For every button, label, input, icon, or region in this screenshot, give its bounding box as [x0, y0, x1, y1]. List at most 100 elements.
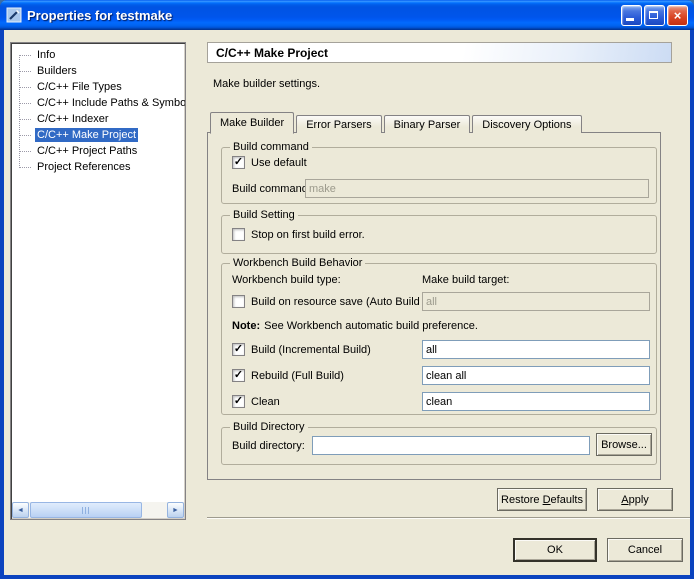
arrow-right-icon: ► — [172, 507, 179, 514]
build-command-label: Build command: — [232, 183, 311, 195]
auto-build-row: Build on resource save (Auto Build) — [232, 295, 420, 308]
cancel-label: Cancel — [628, 544, 662, 556]
scrollbar-thumb[interactable] — [30, 502, 142, 518]
browse-button[interactable]: Browse... — [596, 433, 652, 456]
sidebar-item-label: C/C++ Include Paths & Symbo — [35, 96, 185, 110]
tree-horizontal-scrollbar[interactable]: ◄ ► — [12, 502, 184, 518]
sidebar-item-file-types[interactable]: C/C++ File Types — [11, 79, 185, 95]
tab-label: Binary Parser — [394, 119, 461, 131]
titlebar[interactable]: Properties for testmake × — [0, 0, 694, 30]
clean-label: Clean — [251, 396, 280, 408]
build-setting-group: Build Setting Stop on first build error. — [221, 215, 657, 254]
auto-build-label: Build on resource save (Auto Build) — [251, 296, 420, 308]
properties-category-tree: Info Builders C/C++ File Types C/C++ Inc… — [10, 42, 186, 520]
tab-binary-parser[interactable]: Binary Parser — [384, 115, 471, 133]
build-directory-input[interactable] — [312, 436, 590, 455]
tree-connector — [19, 55, 31, 56]
sidebar-item-project-paths[interactable]: C/C++ Project Paths — [11, 143, 185, 159]
tree-connector — [19, 167, 31, 168]
maximize-button[interactable] — [644, 5, 665, 26]
checkmark-icon: ✓ — [234, 344, 243, 355]
sidebar-item-include-paths[interactable]: C/C++ Include Paths & Symbo — [11, 95, 185, 111]
footer-separator — [207, 517, 690, 519]
tree-connector — [19, 151, 31, 152]
scroll-left-button[interactable]: ◄ — [12, 502, 29, 518]
stop-on-error-label: Stop on first build error. — [251, 229, 365, 241]
auto-build-checkbox[interactable] — [232, 295, 245, 308]
properties-window-icon — [6, 7, 22, 23]
apply-label: Apply — [621, 494, 649, 506]
tree-connector — [19, 119, 31, 120]
use-default-checkbox[interactable]: ✓ — [232, 156, 245, 169]
dialog-body: Info Builders C/C++ File Types C/C++ Inc… — [4, 30, 690, 575]
window-title: Properties for testmake — [27, 8, 616, 23]
group-title: Build Directory — [230, 421, 308, 433]
build-incremental-row: ✓ Build (Incremental Build) — [232, 343, 371, 356]
minimize-icon — [626, 18, 634, 21]
build-directory-group: Build Directory Build directory: Browse.… — [221, 427, 657, 465]
tab-label: Error Parsers — [306, 119, 371, 131]
stop-on-error-row: Stop on first build error. — [232, 228, 365, 241]
rebuild-full-checkbox[interactable]: ✓ — [232, 369, 245, 382]
mnemonic-letter: A — [621, 494, 628, 506]
clean-row: ✓ Clean — [232, 395, 280, 408]
browse-button-label: Browse... — [601, 439, 647, 451]
sidebar-item-project-references[interactable]: Project References — [11, 159, 185, 175]
sidebar-item-info[interactable]: Info — [11, 47, 185, 63]
thumb-grip-icon — [82, 507, 91, 514]
tree-connector — [19, 135, 31, 136]
auto-build-target-input[interactable] — [422, 292, 650, 311]
clean-checkbox[interactable]: ✓ — [232, 395, 245, 408]
checkmark-icon: ✓ — [234, 396, 243, 407]
page-title-bar: C/C++ Make Project — [207, 42, 672, 63]
sidebar-item-indexer[interactable]: C/C++ Indexer — [11, 111, 185, 127]
sidebar-item-make-project[interactable]: C/C++ Make Project — [11, 127, 185, 143]
maximize-icon — [649, 11, 658, 19]
clean-target-input[interactable] — [422, 392, 650, 411]
ok-button[interactable]: OK — [513, 538, 597, 562]
sidebar-item-label: Builders — [35, 64, 79, 78]
tab-make-builder[interactable]: Make Builder — [210, 112, 294, 134]
sidebar-item-label: C/C++ Project Paths — [35, 144, 139, 158]
minimize-button[interactable] — [621, 5, 642, 26]
make-builder-panel: Build command ✓ Use default Build comman… — [207, 132, 661, 480]
rebuild-full-label: Rebuild (Full Build) — [251, 370, 344, 382]
tree-connector — [19, 103, 31, 104]
build-target-input[interactable] — [422, 340, 650, 359]
tree-connector — [19, 87, 31, 88]
group-title: Build command — [230, 141, 312, 153]
checkmark-icon: ✓ — [234, 370, 243, 381]
scroll-right-button[interactable]: ► — [167, 502, 184, 518]
mnemonic-letter: D — [543, 494, 551, 506]
rebuild-target-input[interactable] — [422, 366, 650, 385]
tab-error-parsers[interactable]: Error Parsers — [296, 115, 381, 133]
checkmark-icon: ✓ — [234, 157, 243, 168]
build-command-input[interactable] — [305, 179, 649, 198]
label-part: pply — [629, 494, 649, 506]
tab-bar: Make Builder Error Parsers Binary Parser… — [210, 111, 584, 133]
cancel-button[interactable]: Cancel — [607, 538, 683, 562]
tab-discovery-options[interactable]: Discovery Options — [472, 115, 581, 133]
properties-dialog: Properties for testmake × Info Builders … — [0, 0, 694, 579]
build-directory-label: Build directory: — [232, 440, 305, 452]
apply-button[interactable]: Apply — [597, 488, 673, 511]
note-text: See Workbench automatic build preference… — [264, 320, 478, 332]
group-title: Workbench Build Behavior — [230, 257, 365, 269]
tab-label: Discovery Options — [482, 119, 571, 131]
make-build-target-header: Make build target: — [422, 274, 509, 286]
sidebar-item-label: Info — [35, 48, 57, 62]
note-row: Note: See Workbench automatic build pref… — [232, 320, 478, 332]
sidebar-item-builders[interactable]: Builders — [11, 63, 185, 79]
tree-connector — [19, 71, 31, 72]
workbench-build-type-header: Workbench build type: — [232, 274, 341, 286]
sidebar-item-label: C/C++ Indexer — [35, 112, 111, 126]
page-title: C/C++ Make Project — [216, 46, 328, 60]
build-incremental-label: Build (Incremental Build) — [251, 344, 371, 356]
restore-defaults-button[interactable]: Restore Defaults — [497, 488, 587, 511]
ok-label: OK — [547, 544, 563, 556]
build-incremental-checkbox[interactable]: ✓ — [232, 343, 245, 356]
rebuild-full-row: ✓ Rebuild (Full Build) — [232, 369, 344, 382]
close-button[interactable]: × — [667, 5, 688, 26]
stop-on-error-checkbox[interactable] — [232, 228, 245, 241]
sidebar-item-label: C/C++ Make Project — [35, 128, 138, 142]
